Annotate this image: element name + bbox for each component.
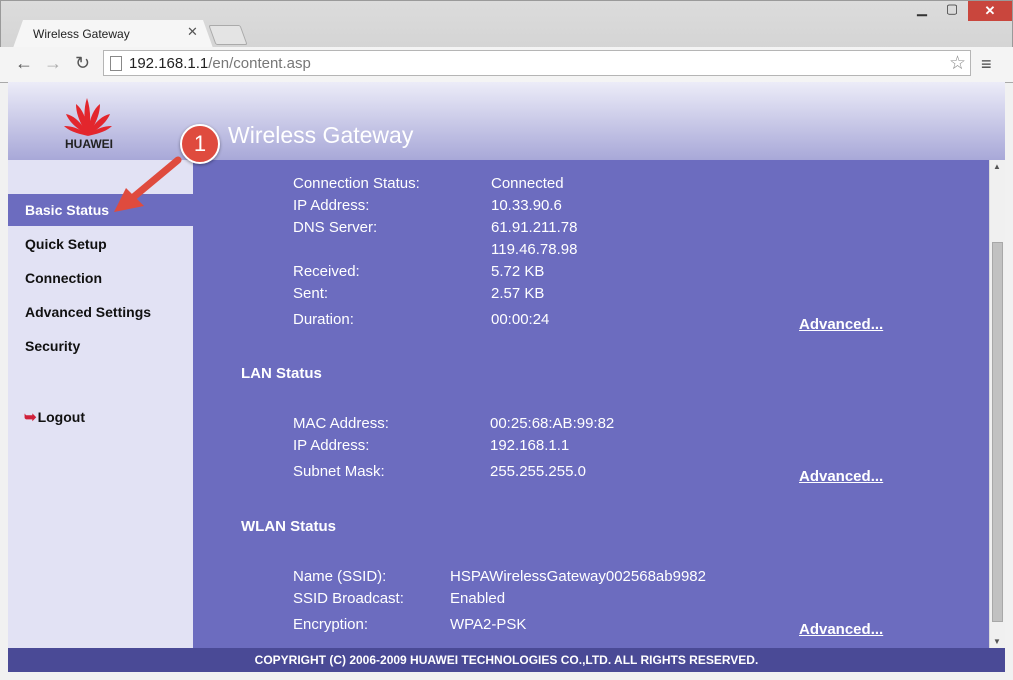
sidebar: Basic Status Quick Setup Connection Adva… (8, 160, 193, 648)
dns-value-primary: 61.91.211.78 (491, 219, 578, 236)
ssid-broadcast-label: SSID Broadcast: (293, 590, 404, 607)
wlan-advanced-link[interactable]: Advanced... (799, 621, 883, 638)
logout-arrow-icon: ➥ (24, 409, 37, 426)
ssid-label: Name (SSID): (293, 568, 387, 585)
url-path: /en/content.asp (208, 55, 311, 72)
address-bar[interactable]: 192.168.1.1/en/content.asp ☆ (103, 50, 971, 76)
new-tab-button[interactable] (208, 25, 248, 45)
received-value: 5.72 KB (491, 263, 545, 280)
sidebar-item-advanced-settings[interactable]: Advanced Settings (8, 296, 193, 328)
received-label: Received: (293, 263, 360, 280)
mac-label: MAC Address: (293, 415, 389, 432)
ssid-value: HSPAWirelessGateway002568ab9982 (450, 568, 706, 585)
connection-status-value: Connected (491, 175, 564, 192)
url-text: 192.168.1.1/en/content.asp (129, 55, 311, 72)
sidebar-item-connection[interactable]: Connection (8, 262, 193, 294)
lan-status-title: LAN Status (241, 365, 322, 382)
lan-ip-label: IP Address: (293, 437, 370, 454)
tab-close-icon[interactable]: ✕ (187, 24, 198, 40)
wan-ip-label: IP Address: (293, 197, 370, 214)
duration-label: Duration: (293, 311, 354, 328)
duration-value: 00:00:24 (491, 311, 550, 328)
scroll-down-icon[interactable]: ▼ (993, 637, 1001, 646)
maximize-icon[interactable]: ▢ (938, 1, 966, 21)
annotation-arrow-icon (114, 156, 182, 212)
connection-status-label: Connection Status: (293, 175, 420, 192)
tab-title: Wireless Gateway (33, 27, 130, 41)
status-content: Connection Status: Connected IP Address:… (193, 160, 989, 648)
minimize-icon[interactable]: ▁ (908, 1, 936, 21)
copyright-footer: COPYRIGHT (C) 2006-2009 HUAWEI TECHNOLOG… (8, 648, 1005, 672)
dns-label: DNS Server: (293, 219, 378, 236)
sidebar-item-quick-setup[interactable]: Quick Setup (8, 228, 193, 260)
window-close-icon[interactable]: ✕ (968, 1, 1012, 21)
logout-link[interactable]: ➥Logout (8, 401, 193, 433)
forward-arrow-icon[interactable]: → (44, 53, 62, 74)
dns-value-secondary: 119.46.78.98 (491, 241, 578, 258)
page-icon (110, 56, 122, 71)
lan-ip-value: 192.168.1.1 (490, 437, 570, 454)
subnet-value: 255.255.255.0 (490, 463, 586, 480)
scroll-thumb[interactable] (992, 242, 1003, 622)
encryption-value: WPA2-PSK (450, 616, 527, 633)
back-arrow-icon[interactable]: ← (15, 53, 33, 74)
scroll-up-icon[interactable]: ▲ (993, 162, 1001, 171)
page-title: Wireless Gateway (228, 122, 414, 148)
encryption-label: Encryption: (293, 616, 369, 633)
reload-icon[interactable]: ↻ (75, 53, 90, 74)
lan-advanced-link[interactable]: Advanced... (799, 468, 883, 485)
browser-menu-icon[interactable]: ≡ (981, 54, 992, 75)
sidebar-item-security[interactable]: Security (8, 330, 193, 362)
browser-toolbar: ← → ↻ 192.168.1.1/en/content.asp ☆ ≡ (0, 47, 1013, 83)
ssid-broadcast-value: Enabled (450, 590, 506, 607)
brand-name: HUAWEI (65, 137, 113, 151)
sent-value: 2.57 KB (491, 285, 545, 302)
content-scrollbar[interactable]: ▲ ▼ (989, 160, 1005, 648)
wlan-status-title: WLAN Status (241, 518, 336, 535)
wan-advanced-link[interactable]: Advanced... (799, 316, 883, 333)
url-host: 192.168.1.1 (129, 55, 209, 72)
mac-value: 00:25:68:AB:99:82 (490, 415, 615, 432)
logout-label: Logout (37, 409, 85, 425)
bookmark-star-icon[interactable]: ☆ (949, 52, 966, 75)
page-header: HUAWEI Wireless Gateway (8, 82, 1005, 160)
wan-ip-value: 10.33.90.6 (491, 197, 562, 214)
subnet-label: Subnet Mask: (293, 463, 385, 480)
sent-label: Sent: (293, 285, 329, 302)
